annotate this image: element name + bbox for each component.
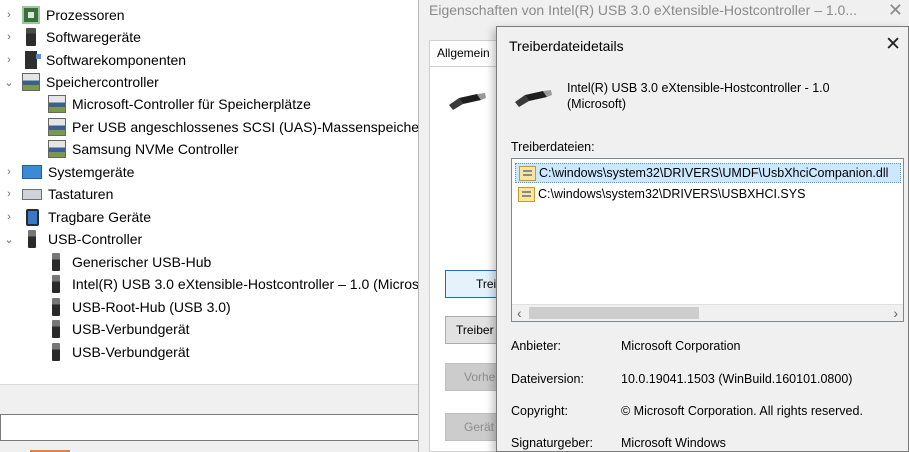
- dialog-title: Treiberdateidetails: [509, 38, 624, 54]
- tree-item-usb-composite-1[interactable]: USB-Verbundgerät: [38, 318, 190, 340]
- file-path: C:\windows\system32\DRIVERS\USBXHCI.SYS: [538, 187, 806, 201]
- scroll-right-icon[interactable]: ›: [893, 305, 898, 321]
- close-icon[interactable]: ✕: [888, 0, 903, 21]
- tree-item-label: USB-Verbundgerät: [72, 321, 190, 337]
- tree-item-label: Per USB angeschlossenes SCSI (UAS)-Masse…: [72, 119, 456, 135]
- chevron-right-icon[interactable]: ›: [4, 188, 14, 200]
- tree-item-prozessoren[interactable]: › Prozessoren: [0, 4, 125, 26]
- tree-item-generic-usb-hub[interactable]: Generischer USB-Hub: [38, 251, 211, 273]
- scrollbar-thumb[interactable]: [529, 307, 699, 319]
- device-tree: › Prozessoren › Softwaregeräte › Softwar…: [0, 0, 456, 452]
- chevron-down-icon[interactable]: ⌄: [4, 233, 14, 246]
- signer-value: Microsoft Windows: [621, 436, 726, 450]
- tree-item-label: USB-Root-Hub (USB 3.0): [72, 299, 231, 315]
- status-bar: [0, 414, 420, 441]
- tab-allgemein[interactable]: Allgemein: [429, 40, 497, 66]
- tree-item-label: Microsoft-Controller für Speicherplätze: [72, 96, 311, 112]
- usb-plug-icon: [52, 275, 60, 293]
- chevron-down-icon[interactable]: ⌄: [4, 76, 14, 89]
- usb-plug-icon: [52, 298, 60, 316]
- scroll-left-icon[interactable]: ‹: [517, 305, 522, 321]
- tree-item-label: Softwarekomponenten: [46, 52, 187, 68]
- driver-files-list[interactable]: C:\windows\system32\DRIVERS\UMDF\UsbXhci…: [511, 158, 904, 322]
- chevron-right-icon[interactable]: ›: [4, 166, 14, 178]
- tree-footer: [0, 384, 420, 414]
- horizontal-scrollbar[interactable]: ‹ ›: [512, 304, 903, 321]
- tree-item-label: Softwaregeräte: [46, 29, 141, 45]
- storage-controller-icon: [48, 95, 66, 113]
- chevron-right-icon[interactable]: ›: [4, 9, 14, 21]
- tree-item-label: Tastaturen: [48, 186, 114, 202]
- tree-item-speichercontroller[interactable]: ⌄ Speichercontroller: [0, 71, 159, 93]
- device-name: Intel(R) USB 3.0 eXtensible-Hostcontroll…: [567, 80, 867, 112]
- tree-item-label: Generischer USB-Hub: [72, 254, 212, 270]
- usb-plug-icon: [52, 343, 60, 361]
- file-version-label: Dateiversion:: [511, 372, 584, 386]
- tree-item-tragbare-geraete[interactable]: › Tragbare Geräte: [0, 206, 151, 228]
- storage-controller-icon: [48, 118, 66, 136]
- file-version-value: 10.0.19041.1503 (WinBuild.160101.0800): [621, 372, 853, 386]
- properties-title: Eigenschaften von Intel(R) USB 3.0 eXten…: [429, 2, 857, 18]
- tree-item-label: USB-Verbundgerät: [72, 344, 190, 360]
- device-name-line2: (Microsoft): [567, 97, 627, 111]
- chevron-right-icon[interactable]: ›: [4, 211, 14, 223]
- usb-plug-icon: [515, 90, 552, 107]
- list-item[interactable]: C:\windows\system32\DRIVERS\UMDF\UsbXhci…: [515, 163, 901, 183]
- device-name-line1: Intel(R) USB 3.0 eXtensible-Hostcontroll…: [567, 81, 830, 95]
- tree-item-usb-root-hub[interactable]: USB-Root-Hub (USB 3.0): [38, 296, 231, 318]
- taskbar-strip: [0, 441, 420, 452]
- provider-value: Microsoft Corporation: [621, 339, 741, 353]
- signer-label: Signaturgeber:: [511, 436, 594, 450]
- tree-item-uas[interactable]: Per USB angeschlossenes SCSI (UAS)-Masse…: [48, 116, 456, 138]
- tree-item-usb-controller[interactable]: ⌄ USB-Controller: [0, 228, 142, 250]
- driver-file-details-dialog: Treiberdateidetails ✕ Intel(R) USB 3.0 e…: [496, 26, 909, 452]
- usb-plug-icon: [449, 93, 486, 110]
- chevron-right-icon[interactable]: ›: [4, 54, 14, 66]
- tree-item-softwarekomponenten[interactable]: › Softwarekomponenten: [0, 49, 186, 71]
- usb-plug-icon: [52, 320, 60, 338]
- usb-plug-icon: [28, 230, 36, 248]
- storage-controller-icon: [22, 73, 40, 91]
- driver-files-label: Treiberdateien:: [511, 140, 595, 154]
- usb-plug-icon: [52, 253, 60, 271]
- tree-item-label: Tragbare Geräte: [48, 209, 151, 225]
- chevron-right-icon[interactable]: ›: [4, 31, 14, 43]
- tree-item-label: Prozessoren: [46, 7, 125, 23]
- keyboard-icon: [22, 188, 42, 200]
- portable-device-icon: [26, 208, 39, 226]
- system-device-icon: [22, 165, 42, 179]
- file-path: C:\windows\system32\DRIVERS\UMDF\UsbXhci…: [539, 166, 889, 180]
- software-device-icon: [26, 28, 36, 46]
- close-icon[interactable]: ✕: [885, 33, 901, 56]
- tree-item-softwaregeraete[interactable]: › Softwaregeräte: [0, 26, 141, 48]
- tree-item-usb-composite-2[interactable]: USB-Verbundgerät: [38, 341, 190, 363]
- tree-item-label: Speichercontroller: [46, 74, 159, 90]
- tree-item-storage-spaces[interactable]: Microsoft-Controller für Speicherplätze: [48, 93, 311, 115]
- tree-item-systemgeraete[interactable]: › Systemgeräte: [0, 161, 134, 183]
- tree-item-label: Intel(R) USB 3.0 eXtensible-Hostcontroll…: [72, 276, 440, 292]
- storage-controller-icon: [48, 140, 66, 158]
- driver-file-icon: [519, 165, 536, 181]
- software-component-icon: [25, 51, 41, 69]
- tree-item-label: Samsung NVMe Controller: [72, 141, 239, 157]
- tree-item-label: Systemgeräte: [48, 164, 135, 180]
- copyright-value: © Microsoft Corporation. All rights rese…: [621, 404, 863, 418]
- copyright-label: Copyright:: [511, 404, 568, 418]
- tree-item-samsung-nvme[interactable]: Samsung NVMe Controller: [48, 138, 239, 160]
- driver-file-icon: [518, 186, 535, 202]
- list-item[interactable]: C:\windows\system32\DRIVERS\USBXHCI.SYS: [515, 184, 901, 204]
- processor-icon: [22, 6, 40, 24]
- tree-item-label: USB-Controller: [48, 231, 143, 247]
- tree-item-tastaturen[interactable]: › Tastaturen: [0, 183, 113, 205]
- tree-item-intel-xhci[interactable]: Intel(R) USB 3.0 eXtensible-Hostcontroll…: [38, 273, 439, 295]
- provider-label: Anbieter:: [511, 339, 562, 353]
